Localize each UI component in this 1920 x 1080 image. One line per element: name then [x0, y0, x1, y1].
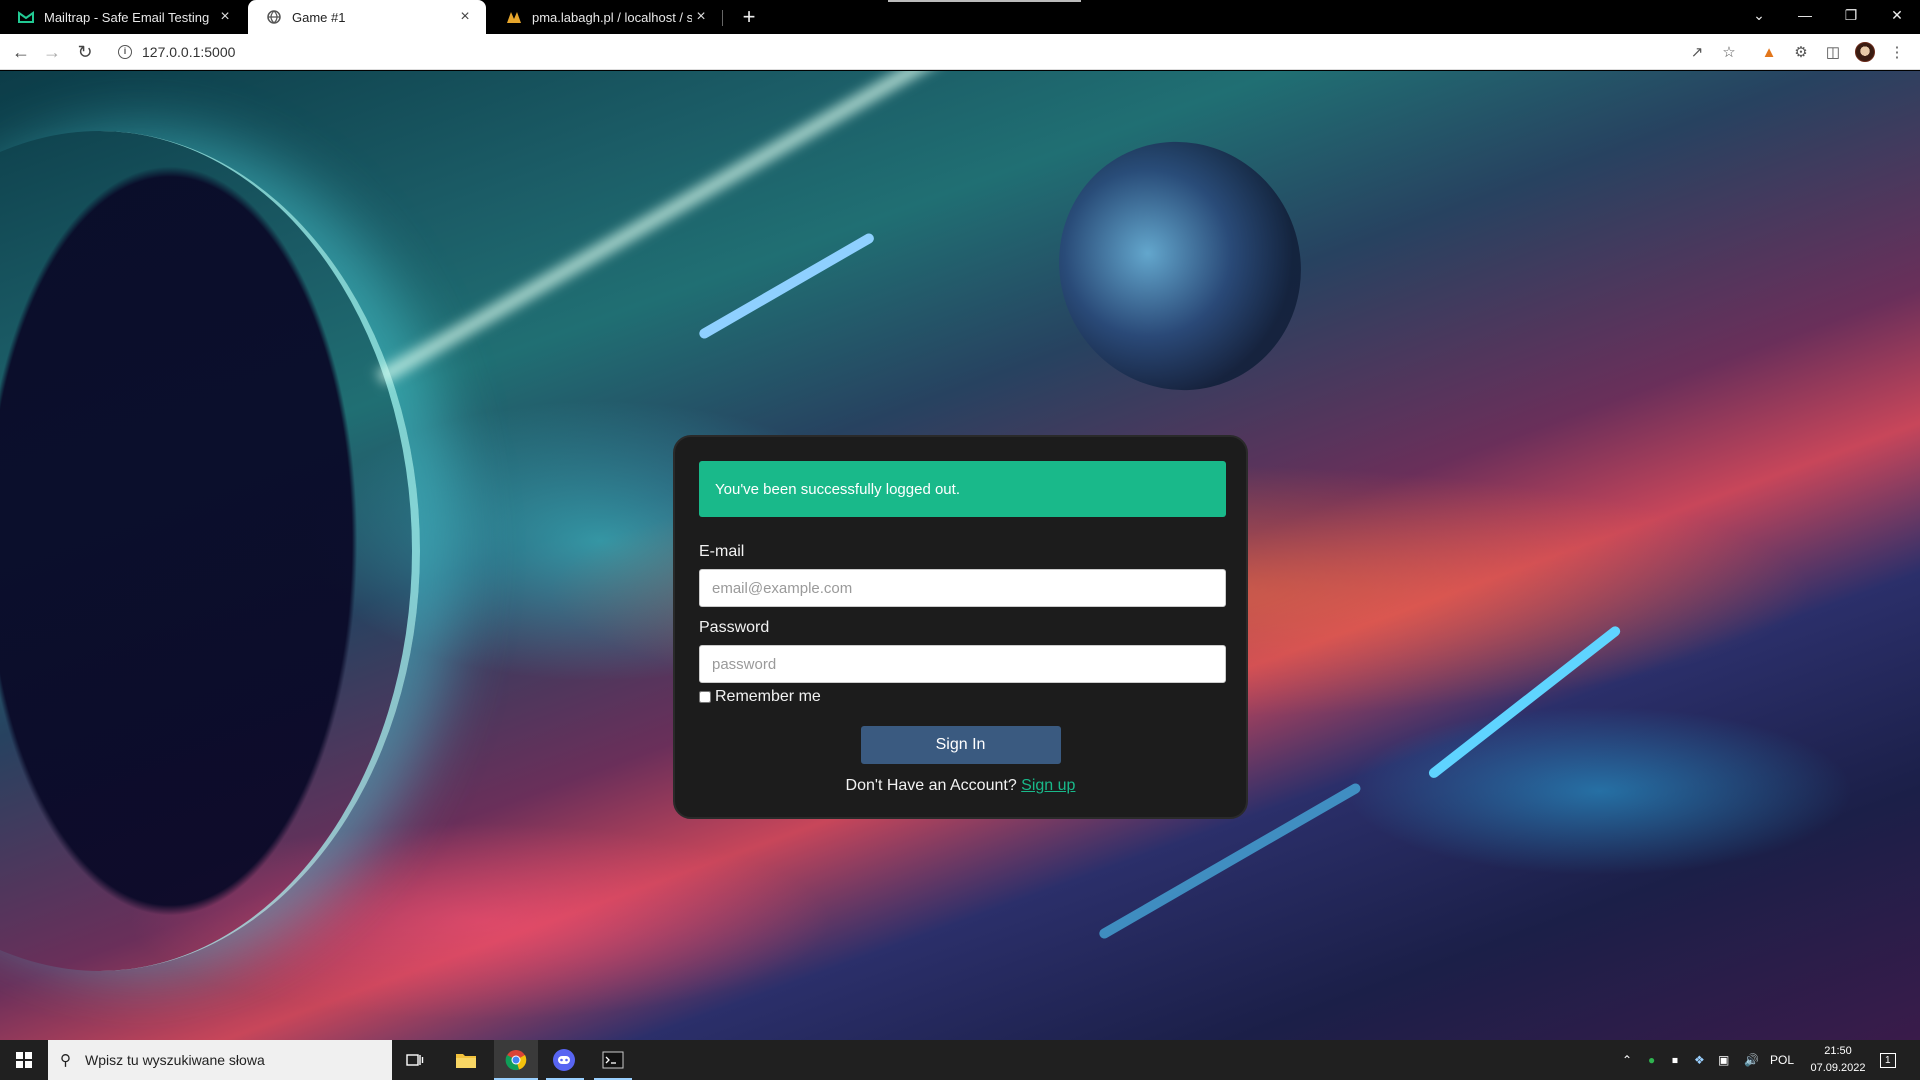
- forward-icon[interactable]: →: [40, 40, 64, 64]
- globe-icon: [266, 9, 282, 25]
- remember-me[interactable]: Remember me: [699, 688, 1222, 706]
- phpmyadmin-icon: [506, 9, 522, 25]
- share-icon[interactable]: ↗: [1686, 41, 1708, 63]
- tab-title: Mailtrap - Safe Email Testing: [44, 9, 210, 25]
- discord-icon[interactable]: [544, 1040, 584, 1080]
- remember-me-label: Remember me: [715, 688, 821, 705]
- password-field[interactable]: [699, 645, 1226, 683]
- browser-menu-icon[interactable]: ⋮: [1886, 41, 1908, 63]
- remember-me-checkbox[interactable]: [699, 691, 711, 703]
- site-info-icon[interactable]: i: [118, 45, 132, 59]
- profile-avatar[interactable]: [1854, 41, 1876, 63]
- tab-phpmyadmin[interactable]: pma.labagh.pl / localhost / s405 ×: [488, 0, 722, 34]
- metamask-extension-icon[interactable]: ▲: [1758, 41, 1780, 63]
- notifications-icon[interactable]: 1: [1880, 1040, 1896, 1080]
- browser-tab-strip: Mailtrap - Safe Email Testing × Game #1 …: [0, 0, 1920, 34]
- close-tab-icon[interactable]: ×: [692, 8, 710, 26]
- mailtrap-icon: [18, 9, 34, 25]
- tab-separator: [722, 10, 723, 26]
- page-background: You've been successfully logged out. E-m…: [0, 71, 1920, 1040]
- search-icon: ⚲: [60, 1052, 71, 1069]
- tab-mailtrap[interactable]: Mailtrap - Safe Email Testing ×: [0, 0, 246, 34]
- tab-strip-highlight: [888, 0, 1081, 2]
- close-tab-icon[interactable]: ×: [216, 8, 234, 26]
- language-indicator[interactable]: POL: [1770, 1040, 1794, 1080]
- clock-time: 21:50: [1824, 1045, 1852, 1057]
- address-bar[interactable]: i 127.0.0.1:5000: [108, 38, 1688, 66]
- reload-icon[interactable]: ↻: [73, 40, 97, 64]
- browser-toolbar: ← → ↻ i 127.0.0.1:5000 ↗ ☆ ▲ ⚙ ◫ ⋮: [0, 34, 1920, 70]
- sign-up-link[interactable]: Sign up: [1021, 777, 1075, 794]
- space-station-illustration: [1018, 101, 1342, 431]
- windows-start-icon[interactable]: [0, 1040, 48, 1080]
- password-label: Password: [699, 619, 770, 636]
- close-tab-icon[interactable]: ×: [456, 8, 474, 26]
- clock-date: 07.09.2022: [1810, 1062, 1866, 1074]
- side-panel-icon[interactable]: ◫: [1822, 41, 1844, 63]
- minimize-icon[interactable]: —: [1782, 0, 1828, 30]
- extensions-puzzle-icon[interactable]: ⚙: [1790, 41, 1812, 63]
- new-tab-button[interactable]: +: [736, 4, 762, 30]
- restore-icon[interactable]: ❐: [1828, 0, 1874, 30]
- windows-taskbar: ⚲ Wpisz tu wyszukiwane słowa ⌃ ● ⏹ ❖ ▣ 🔊…: [0, 1040, 1920, 1080]
- volume-icon[interactable]: 🔊: [1744, 1040, 1759, 1080]
- chrome-taskbar-icon[interactable]: [494, 1040, 538, 1080]
- spaceship-illustration: [1426, 624, 1623, 780]
- bookmark-star-icon[interactable]: ☆: [1718, 41, 1740, 63]
- notification-count: 1: [1880, 1052, 1896, 1068]
- tab-game[interactable]: Game #1 ×: [248, 0, 486, 34]
- network-icon[interactable]: ▣: [1718, 1040, 1729, 1080]
- tab-search-icon[interactable]: ⌄: [1736, 0, 1782, 30]
- close-window-icon[interactable]: ✕: [1874, 0, 1920, 30]
- file-explorer-icon[interactable]: [446, 1040, 486, 1080]
- tray-app-icon[interactable]: ●: [1648, 1040, 1655, 1080]
- back-icon[interactable]: ←: [9, 40, 33, 64]
- microphone-icon[interactable]: ⏹: [1672, 1040, 1678, 1080]
- terminal-icon[interactable]: [592, 1040, 634, 1080]
- url-text[interactable]: 127.0.0.1:5000: [142, 44, 235, 60]
- email-label: E-mail: [699, 543, 745, 560]
- sign-in-button[interactable]: Sign In: [860, 726, 1061, 764]
- task-view-icon[interactable]: [398, 1040, 432, 1080]
- planet-illustration: [0, 131, 420, 971]
- no-account-text: Don't Have an Account?: [845, 777, 1017, 794]
- show-hidden-icons-icon[interactable]: ⌃: [1622, 1040, 1632, 1080]
- taskbar-search-placeholder: Wpisz tu wyszukiwane słowa: [85, 1052, 265, 1068]
- spaceship-illustration: [697, 231, 876, 341]
- taskbar-search-box[interactable]: ⚲ Wpisz tu wyszukiwane słowa: [48, 1040, 392, 1080]
- logout-success-alert: You've been successfully logged out.: [699, 461, 1226, 517]
- tab-title: Game #1: [292, 9, 346, 25]
- taskbar-clock[interactable]: 21:50 07.09.2022: [1808, 1043, 1868, 1077]
- tab-title: pma.labagh.pl / localhost / s405: [532, 9, 692, 25]
- login-card: You've been successfully logged out. E-m…: [673, 435, 1248, 819]
- email-field[interactable]: [699, 569, 1226, 607]
- signup-prompt: Don't Have an Account? Sign up: [699, 777, 1222, 795]
- steam-icon[interactable]: ❖: [1694, 1040, 1705, 1080]
